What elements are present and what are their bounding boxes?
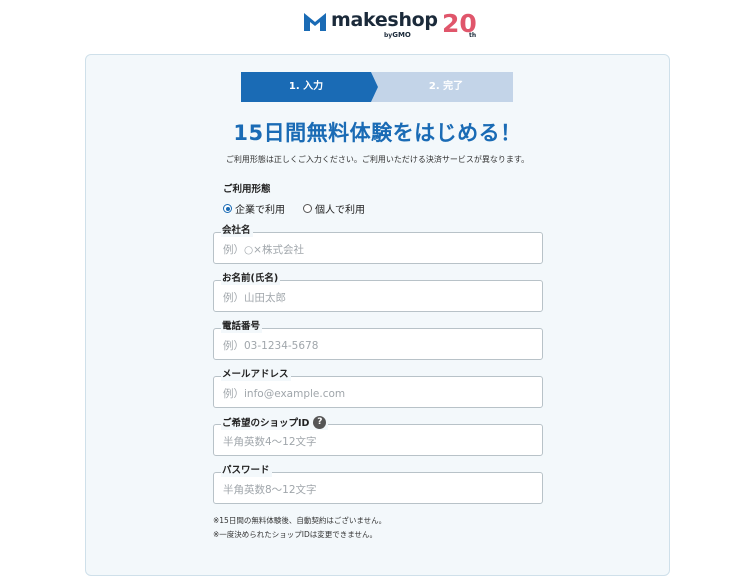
phone-label: 電話番号 [221,321,263,333]
company-name-input[interactable] [223,242,523,258]
note-shop-id: ※一度決められたショップIDは変更できません。 [213,530,378,539]
brand-gmo: GMO [392,31,411,39]
usage-type-radio-group: 企業で利用 個人で利用 [223,201,383,216]
help-icon[interactable]: ? [313,416,327,429]
shop-id-input[interactable] [223,434,523,450]
password-field: パスワード [213,465,543,504]
makeshop-logo[interactable]: makeshop byGMO 20 th [304,9,478,41]
email-label: メールアドレス [221,369,291,381]
brand-by: by [384,32,393,39]
usage-corporate-label: 企業で利用 [235,205,285,216]
brand-by-gmo: byGMO [384,31,411,39]
anniversary-20th-icon: 20 th [442,9,477,38]
step-2-label: 2. 完了 [428,81,464,92]
usage-type-label: ご利用形態 [223,184,271,195]
usage-personal-label: 個人で利用 [315,205,365,216]
note-free-trial: ※15日間の無料体験後、自動契約はございません。 [213,516,387,525]
step-1-label: 1. 入力 [288,81,324,92]
anniversary-suffix: th [469,32,476,38]
company-name-label: 会社名 [221,225,253,237]
full-name-input[interactable] [223,290,523,306]
usage-personal-radio[interactable]: 個人で利用 [303,201,365,216]
full-name-label: お名前(氏名) [221,273,281,285]
radio-checked-icon[interactable] [223,204,232,213]
email-field: メールアドレス [213,369,543,408]
shop-id-label: ご希望のショップID [222,418,310,429]
shop-id-label-wrap: ご希望のショップID? [221,416,329,430]
phone-input[interactable] [223,338,523,354]
phone-field: 電話番号 [213,321,543,360]
email-input[interactable] [223,386,523,402]
page-title: 15日間無料体験をはじめる！ [233,121,522,145]
password-input[interactable] [223,482,523,498]
usage-corporate-radio[interactable]: 企業で利用 [223,201,285,216]
header: makeshop byGMO 20 th [0,0,750,50]
step-indicator: 1. 入力 2. 完了 [241,72,516,102]
signup-card: 1. 入力 2. 完了 15日間無料体験をはじめる！ ご利用形態は正しくご入力く… [85,54,670,576]
brand-name: makeshop [331,9,438,31]
password-label: パスワード [221,465,272,477]
radio-unchecked-icon[interactable] [303,204,312,213]
makeshop-logo-icon [304,13,326,31]
company-name-field: 会社名 [213,225,543,264]
shop-id-field: ご希望のショップID? [213,416,543,456]
page-subtitle: ご利用形態は正しくご入力ください。ご利用いただける決済サービスが異なります。 [225,155,530,164]
full-name-field: お名前(氏名) [213,273,543,312]
